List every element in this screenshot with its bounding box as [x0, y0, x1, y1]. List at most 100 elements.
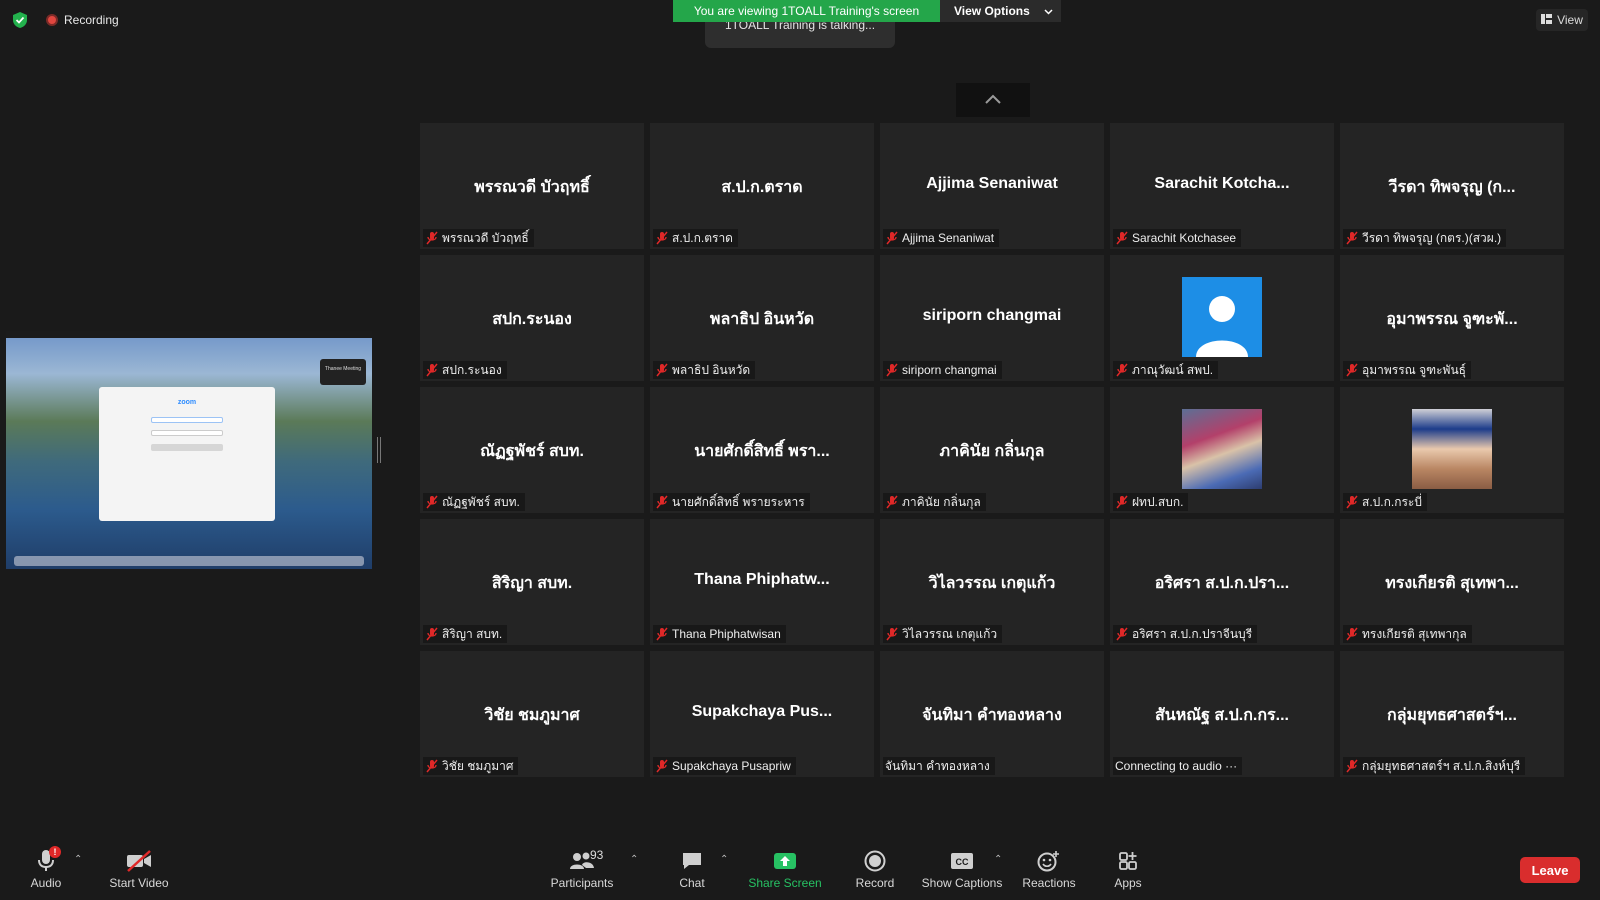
chat-icon: [681, 848, 703, 874]
participant-tile[interactable]: สิริญา สบท. สิริญา สบท.: [420, 519, 644, 645]
participant-name-text: วีรดา ทิพจรุญ (กตร.)(สวผ.): [1362, 230, 1502, 245]
participant-display-name: กลุ่มยุทธศาสตร์ฯ...: [1387, 707, 1517, 724]
record-button[interactable]: Record: [855, 848, 895, 890]
start-video-button[interactable]: Start Video: [108, 848, 170, 890]
participant-name-text: Supakchaya Pusapriw: [672, 759, 791, 773]
participant-photo: [1412, 409, 1492, 489]
participant-tile[interactable]: ฝทป.สบก.: [1110, 387, 1334, 513]
participant-tile[interactable]: สันหณัฐ ส.ป.ก.กร... Connecting to audio ·…: [1110, 651, 1334, 777]
shared-meeting-panel: Thanee Meeting: [320, 359, 366, 385]
participant-display-name: ทรงเกียรติ สุเทพา...: [1385, 575, 1519, 592]
participant-name-text: siriporn changmai: [902, 363, 997, 377]
participant-tile[interactable]: ส.ป.ก.ตราด ส.ป.ก.ตราด: [650, 123, 874, 249]
view-options-button[interactable]: View Options: [940, 0, 1061, 22]
default-avatar-icon: [1182, 277, 1262, 357]
resize-handle[interactable]: [377, 437, 381, 463]
participant-display-name: ภาคินัย กลิ่นกุล: [939, 443, 1045, 460]
participant-tile[interactable]: จันทิมา คำทองหลาง จันทิมา คำทองหลาง: [880, 651, 1104, 777]
participant-tile[interactable]: ทรงเกียรติ สุเทพา... ทรงเกียรติ สุเทพากุล: [1340, 519, 1564, 645]
apps-icon: [1117, 848, 1139, 874]
show-captions-button[interactable]: CC Show Captions: [922, 848, 1002, 890]
participant-name-label: Supakchaya Pusapriw: [653, 757, 796, 775]
reactions-button[interactable]: Reactions: [1022, 848, 1076, 890]
participant-name-label: ฝทป.สบก.: [1113, 493, 1189, 511]
participant-tile[interactable]: วิชัย ชมภูมาศ วิชัย ชมภูมาศ: [420, 651, 644, 777]
participant-tile[interactable]: Thana Phiphatw... Thana Phiphatwisan: [650, 519, 874, 645]
share-screen-icon: [773, 848, 797, 874]
participant-tile[interactable]: ภาคินัย กลิ่นกุล ภาคินัย กลิ่นกุล: [880, 387, 1104, 513]
participant-tile[interactable]: Sarachit Kotcha... Sarachit Kotchasee: [1110, 123, 1334, 249]
participant-name-text: ภาณุวัฒน์ สพป.: [1132, 362, 1214, 377]
participant-display-name: สปก.ระนอง: [492, 311, 572, 328]
participant-tile[interactable]: ณัฏฐพัชร์ สบท. ณัฏฐพัชร์ สบท.: [420, 387, 644, 513]
chat-button[interactable]: Chat: [675, 848, 709, 890]
svg-text:CC: CC: [956, 857, 969, 867]
audio-label: Audio: [30, 876, 62, 890]
participant-tile[interactable]: ส.ป.ก.กระบี่: [1340, 387, 1564, 513]
record-dot-icon: [46, 14, 58, 26]
participant-display-name: อริศรา ส.ป.ก.ปรา...: [1154, 575, 1290, 592]
shared-menubar: [6, 331, 372, 338]
participant-name-text: Sarachit Kotchasee: [1132, 231, 1237, 245]
participant-name-label: ทรงเกียรติ สุเทพากุล: [1343, 625, 1472, 643]
audio-options-chevron-icon[interactable]: ⌃: [74, 854, 82, 865]
participant-name-text: วิชัย ชมภูมาศ: [442, 758, 514, 773]
participant-tile[interactable]: พลาธิป อินหวัด พลาธิป อินหวัด: [650, 255, 874, 381]
audio-button[interactable]: ! Audio: [30, 846, 62, 890]
participant-display-name: ณัฏฐพัชร์ สบท.: [480, 443, 584, 460]
participant-display-name: นายศักดิ์สิทธิ์ พรา...: [694, 443, 830, 460]
shared-zoom-signin-dialog: zoom: [99, 387, 275, 521]
chevron-down-icon: [1044, 0, 1053, 22]
participant-name-label: ภาคินัย กลิ่นกุล: [883, 493, 986, 511]
participant-tile[interactable]: ภาณุวัฒน์ สพป.: [1110, 255, 1334, 381]
participant-tile[interactable]: วิไลวรรณ เกตุแก้ว วิไลวรรณ เกตุแก้ว: [880, 519, 1104, 645]
participant-tile[interactable]: siriporn changmai siriporn changmai: [880, 255, 1104, 381]
leave-button[interactable]: Leave: [1520, 857, 1580, 883]
show-captions-label: Show Captions: [921, 876, 1003, 890]
muted-microphone-icon: [1345, 231, 1359, 245]
participant-name-label: Sarachit Kotchasee: [1113, 229, 1242, 247]
participant-name-label: วิชัย ชมภูมาศ: [423, 757, 519, 775]
participant-display-name: Ajjima Senaniwat: [926, 175, 1058, 192]
muted-microphone-icon: [1345, 495, 1359, 509]
participant-tile[interactable]: วีรดา ทิพจรุญ (ก... วีรดา ทิพจรุญ (กตร.)(…: [1340, 123, 1564, 249]
participant-tile[interactable]: Supakchaya Pus... Supakchaya Pusapriw: [650, 651, 874, 777]
participants-button[interactable]: 93 Participants: [550, 848, 614, 890]
participant-tile[interactable]: กลุ่มยุทธศาสตร์ฯ... กลุ่มยุทธศาสตร์ฯ ส.ป.…: [1340, 651, 1564, 777]
participant-name-text: ฝทป.สบก.: [1132, 494, 1184, 509]
participants-options-chevron-icon[interactable]: ⌃: [630, 854, 638, 865]
captions-options-chevron-icon[interactable]: ⌃: [994, 854, 1002, 865]
muted-microphone-icon: [425, 231, 439, 245]
muted-microphone-icon: [655, 759, 669, 773]
gallery-scroll-up-button[interactable]: [956, 83, 1030, 117]
participant-name-text: ส.ป.ก.ตราด: [672, 230, 733, 245]
recording-indicator[interactable]: Recording: [46, 13, 119, 27]
start-video-label: Start Video: [109, 876, 169, 890]
grid-view-icon: [1541, 13, 1553, 27]
chat-options-chevron-icon[interactable]: ⌃: [720, 854, 728, 865]
recording-label: Recording: [64, 13, 119, 27]
participant-tile[interactable]: พรรณวดี บัวฤทธิ์ พรรณวดี บัวฤทธิ์: [420, 123, 644, 249]
participant-tile[interactable]: Ajjima Senaniwat Ajjima Senaniwat: [880, 123, 1104, 249]
participant-gallery: พรรณวดี บัวฤทธิ์ พรรณวดี บัวฤทธิ์ ส.ป.ก.ตร…: [420, 123, 1564, 777]
shared-signin-button: [151, 444, 223, 451]
muted-microphone-icon: [425, 495, 439, 509]
participant-name-label: ณัฏฐพัชร์ สบท.: [423, 493, 525, 511]
participant-name-text: พรรณวดี บัวฤทธิ์: [442, 230, 529, 245]
participant-tile[interactable]: อริศรา ส.ป.ก.ปรา... อริศรา ส.ป.ก.ปราจีนบุ…: [1110, 519, 1334, 645]
shield-check-icon[interactable]: [12, 11, 28, 29]
apps-button[interactable]: Apps: [1110, 848, 1146, 890]
participant-name-text: วิไลวรรณ เกตุแก้ว: [902, 626, 998, 641]
participant-tile[interactable]: อุมาพรรณ จูฑะพั... อุมาพรรณ จูฑะพันธ์ุ: [1340, 255, 1564, 381]
muted-microphone-icon: [655, 627, 669, 641]
participant-display-name: ส.ป.ก.ตราด: [721, 179, 803, 196]
view-options-label: View Options: [954, 4, 1030, 18]
participant-tile[interactable]: สปก.ระนอง สปก.ระนอง: [420, 255, 644, 381]
participant-display-name: Thana Phiphatw...: [694, 571, 830, 588]
participant-display-name: พลาธิป อินหวัด: [709, 311, 815, 328]
view-button[interactable]: View: [1536, 9, 1588, 31]
share-screen-button[interactable]: Share Screen: [748, 848, 822, 890]
shared-screen-view[interactable]: zoom Thanee Meeting: [6, 331, 372, 569]
participant-display-name: สันหณัฐ ส.ป.ก.กร...: [1155, 707, 1289, 724]
participant-tile[interactable]: นายศักดิ์สิทธิ์ พรา... นายศักดิ์สิทธิ์ พร…: [650, 387, 874, 513]
